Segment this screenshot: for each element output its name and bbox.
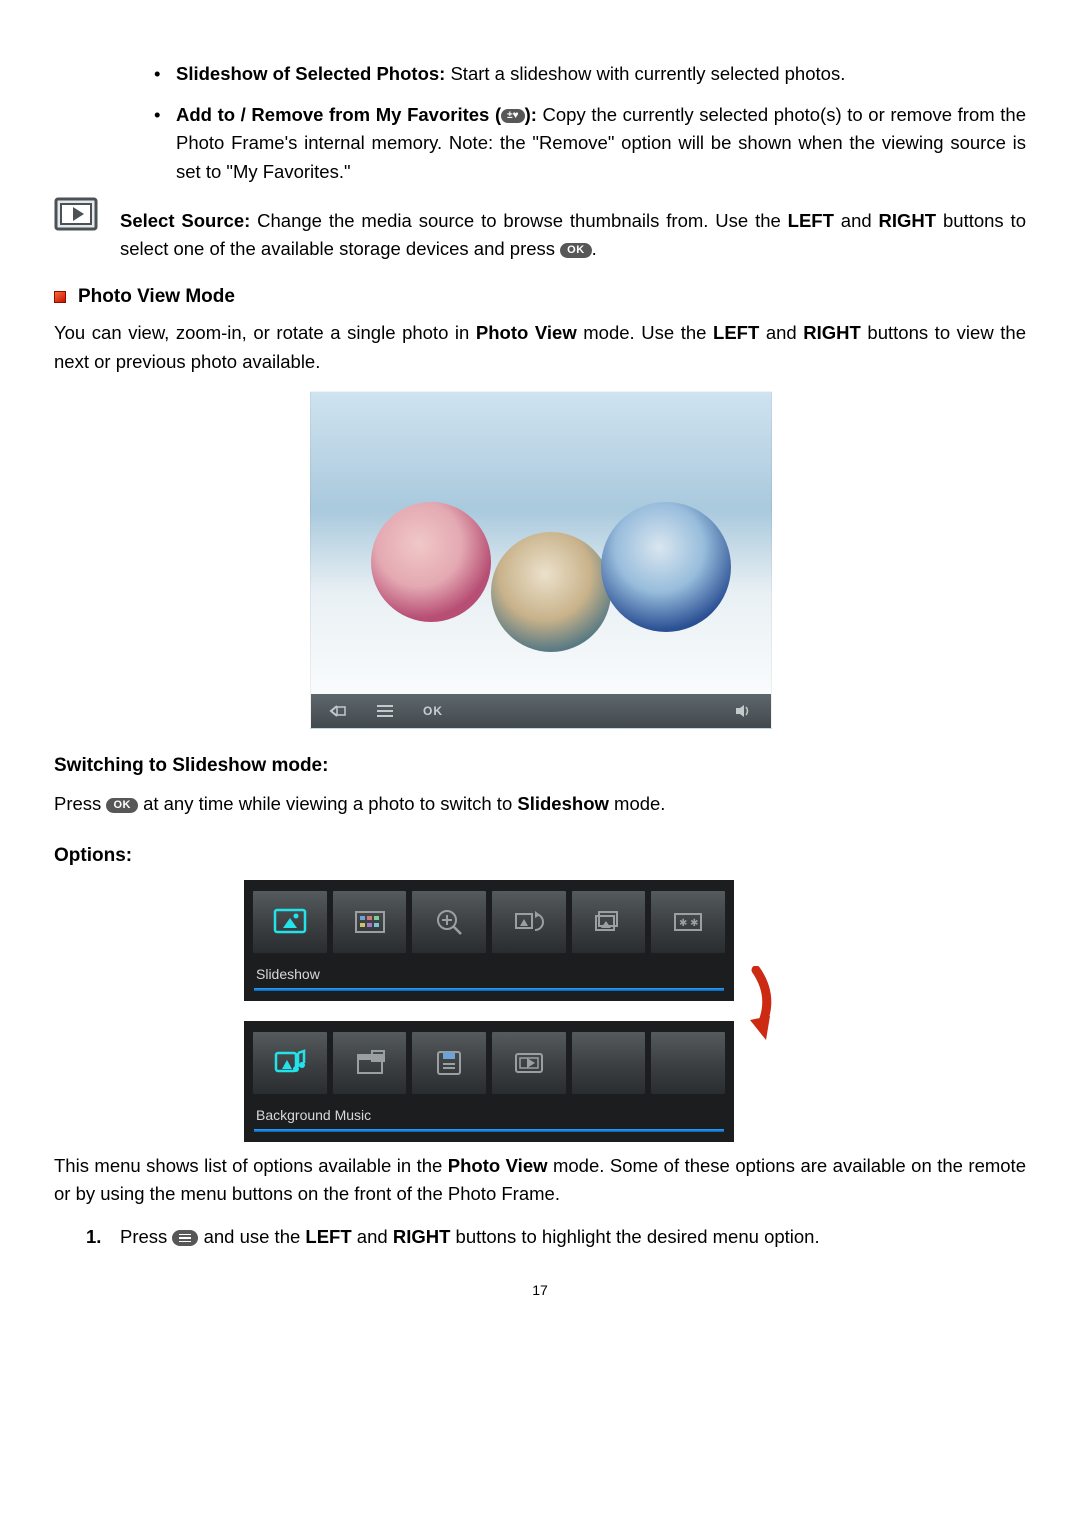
label-a: Add to / Remove from My Favorites ( [176, 104, 501, 125]
tile-empty-2 [650, 1031, 726, 1095]
tile-save[interactable] [411, 1031, 487, 1095]
photo-view-figure: OK [310, 391, 770, 729]
select-source-text: Select Source: Change the media source t… [120, 207, 1026, 264]
heading-options: Options: [54, 841, 1026, 870]
tile-rotate[interactable] [491, 890, 567, 954]
photo-view-mode-paragraph: You can view, zoom-in, or rotate a singl… [54, 319, 1026, 376]
tile-background-music[interactable] [252, 1031, 328, 1095]
label: Select Source: [120, 210, 250, 231]
ok-label[interactable]: OK [423, 702, 443, 721]
label-b: ): [525, 104, 537, 125]
scroll-arrow-icon [736, 966, 776, 1046]
strip-underline [254, 988, 724, 991]
ok-button-icon: OK [106, 798, 138, 813]
intro-bullets: Slideshow of Selected Photos: Start a sl… [54, 60, 1026, 187]
select-source-block: Select Source: Change the media source t… [54, 207, 1026, 264]
heading-photo-view-mode: Photo View Mode [54, 282, 1026, 311]
ok-button-icon: OK [560, 243, 592, 258]
options-row-2-label: Background Music [250, 1097, 728, 1129]
svg-text:✱ ✱: ✱ ✱ [679, 918, 699, 929]
strip-underline [254, 1129, 724, 1132]
favorites-icon: ±♥ [501, 109, 524, 123]
options-paragraph: This menu shows list of options availabl… [54, 1152, 1026, 1209]
tile-empty-1 [571, 1031, 647, 1095]
options-row-2: Background Music [244, 1021, 734, 1142]
tile-zoom[interactable] [411, 890, 487, 954]
menu-button-icon [172, 1230, 198, 1247]
options-steps: 1. Press and use the LEFT and RIGHT butt… [54, 1223, 1026, 1252]
tile-slideshow[interactable] [252, 890, 328, 954]
bullet-add-remove-favorites: Add to / Remove from My Favorites (±♥): … [154, 101, 1026, 187]
back-icon[interactable] [329, 704, 347, 718]
options-figure: ✱ ✱ Slideshow Background Music [244, 880, 734, 1141]
page-number: 17 [54, 1280, 1026, 1302]
volume-icon[interactable] [735, 704, 753, 718]
switch-slideshow-paragraph: Press OK at any time while viewing a pho… [54, 790, 1026, 819]
select-source-icon [54, 193, 102, 233]
tile-photo-duplicate[interactable] [571, 890, 647, 954]
tile-thumbnails[interactable] [332, 890, 408, 954]
example-photo: OK [310, 391, 772, 729]
tile-effects[interactable]: ✱ ✱ [650, 890, 726, 954]
red-bullet-icon [54, 291, 66, 303]
text: Start a slideshow with currently selecte… [445, 63, 845, 84]
tile-select-source[interactable] [491, 1031, 567, 1095]
options-row-1: ✱ ✱ Slideshow [244, 880, 734, 1001]
tile-calendar[interactable] [332, 1031, 408, 1095]
options-row-1-label: Slideshow [250, 956, 728, 988]
menu-icon[interactable] [377, 704, 393, 718]
bullet-slideshow-selected: Slideshow of Selected Photos: Start a sl… [154, 60, 1026, 89]
heading-switching-slideshow: Switching to Slideshow mode: [54, 751, 1026, 780]
step-1: 1. Press and use the LEFT and RIGHT butt… [96, 1223, 1026, 1252]
label: Slideshow of Selected Photos: [176, 63, 445, 84]
photo-control-bar: OK [311, 694, 771, 728]
